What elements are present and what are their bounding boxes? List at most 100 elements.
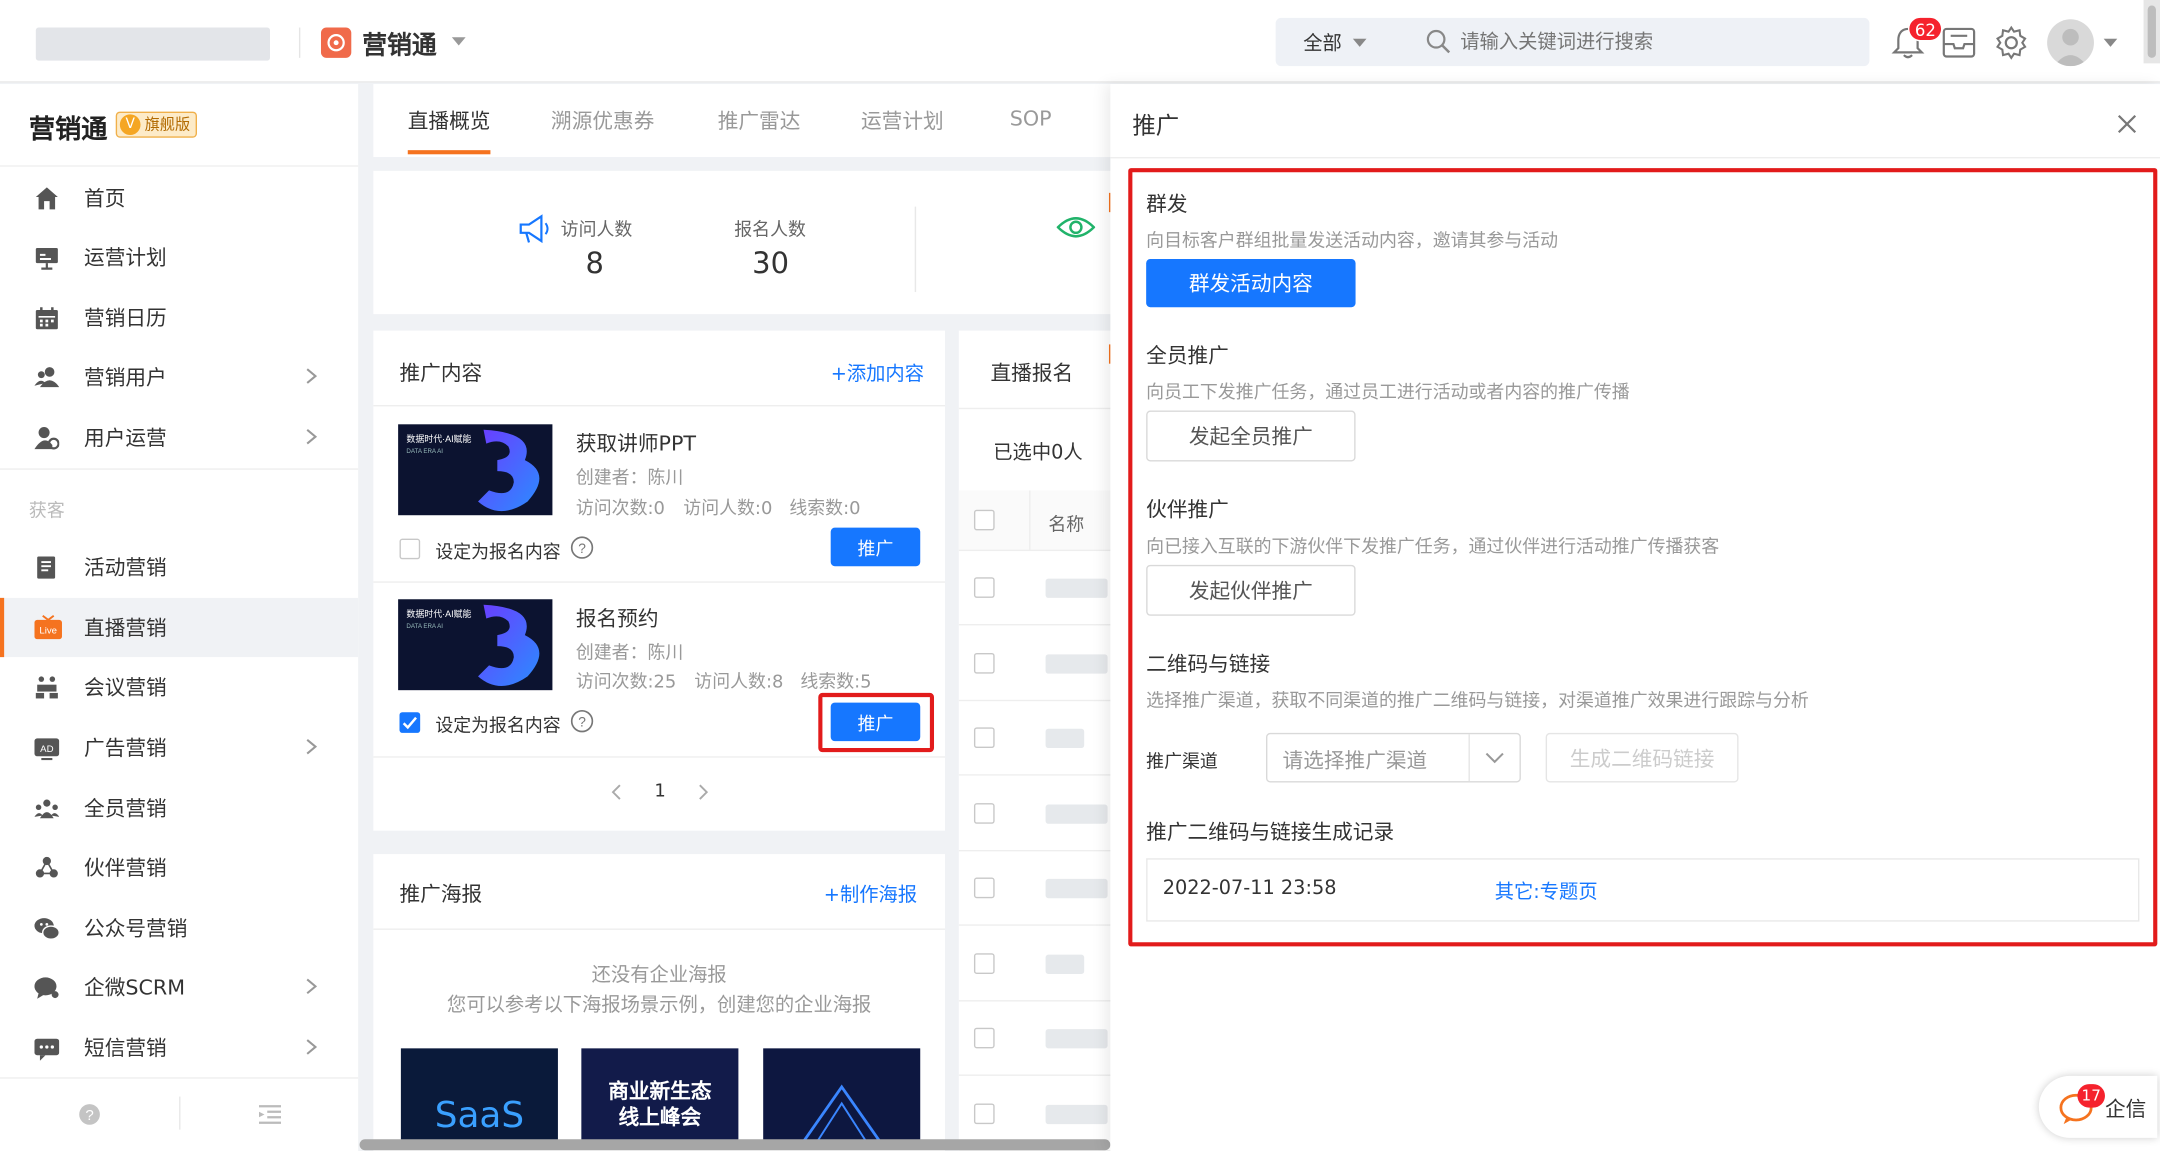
add-content-link[interactable]: +添加内容 [831, 360, 924, 388]
blurred-name [1045, 953, 1085, 974]
content-leads: 线索数:0 [789, 498, 861, 520]
svg-text:?: ? [578, 715, 586, 730]
prev-page-icon[interactable] [609, 784, 623, 801]
blurred-name [1045, 1104, 1108, 1124]
avatar[interactable] [2047, 19, 2094, 67]
table-row[interactable] [958, 551, 1125, 626]
content-title: 获取讲师PPT [575, 431, 697, 456]
table-row[interactable] [958, 701, 1125, 776]
sidebar-item-meeting[interactable]: 会议营销 [0, 657, 358, 716]
users-icon [34, 365, 60, 390]
poster-sample-summit[interactable]: 商业新生态 线上峰会 [581, 1048, 739, 1145]
sidebar-item-live[interactable]: Live 直播营销 [0, 597, 359, 658]
mass-send-button[interactable]: 群发活动内容 [1146, 258, 1356, 308]
vip-icon: V [119, 114, 141, 136]
tab-sop[interactable]: SOP [1010, 106, 1052, 131]
sidebar-item-label: 首页 [84, 185, 126, 211]
search-icon[interactable] [1426, 29, 1451, 54]
chat-widget[interactable]: 17 企信 [2038, 1075, 2158, 1138]
sidebar-item-calendar[interactable]: 营销日历 [0, 288, 358, 347]
chevron-right-icon [303, 366, 320, 385]
content-creator: 创建者：陈川 [575, 468, 684, 490]
sidebar-item-label: 用户运营 [84, 425, 167, 451]
tab-live-overview[interactable]: 直播概览 [408, 106, 491, 135]
next-page-icon[interactable] [697, 784, 711, 801]
sidebar-item-all-staff[interactable]: 全员营销 [0, 778, 358, 837]
tab-coupon[interactable]: 溯源优惠券 [551, 106, 654, 135]
content-visits: 访问次数:0 [575, 498, 665, 520]
sidebar-item-activity[interactable]: 活动营销 [0, 537, 358, 596]
sidebar-item-users[interactable]: 营销用户 [0, 347, 358, 406]
promote-button[interactable]: 推广 [830, 527, 921, 567]
record-link[interactable]: 其它:专题页 [1495, 878, 1598, 906]
sidebar-item-partner[interactable]: 伙伴营销 [0, 838, 358, 897]
sidebar-item-wechat[interactable]: 公众号营销 [0, 898, 358, 957]
row-checkbox[interactable] [973, 877, 995, 899]
make-poster-link[interactable]: +制作海报 [824, 880, 917, 908]
table-row[interactable] [958, 626, 1125, 701]
page-number[interactable]: 1 [654, 781, 665, 802]
poster-sample-saas[interactable]: SaaS [400, 1048, 558, 1145]
home-icon [34, 186, 59, 211]
search-input[interactable] [1460, 24, 1846, 58]
content-title: 报名预约 [575, 606, 659, 631]
tab-ops-plan[interactable]: 运营计划 [861, 106, 944, 135]
scope-dropdown-icon[interactable] [1352, 38, 1367, 47]
row-checkbox[interactable] [973, 1102, 995, 1124]
content-creator: 创建者：陈川 [575, 643, 684, 665]
collapse-menu-icon[interactable] [258, 1105, 282, 1124]
sidebar-item-label: 营销用户 [84, 365, 167, 390]
question-icon[interactable]: ? [570, 536, 594, 559]
partner-promote-button[interactable]: 发起伙伴推广 [1146, 564, 1356, 616]
section-mass-send-desc: 向目标客户群组批量发送活动内容，邀请其参与活动 [1146, 231, 1559, 253]
poster-sample-3[interactable] [763, 1048, 921, 1145]
blurred-name [1045, 653, 1108, 673]
sidebar-item-home[interactable]: 首页 [0, 168, 358, 227]
settings-gear-icon[interactable] [1993, 25, 2029, 61]
top-scrollbar[interactable] [2143, 0, 2160, 64]
generate-qrcode-button[interactable]: 生成二维码链接 [1545, 732, 1739, 783]
channel-select[interactable]: 请选择推广渠道 [1266, 732, 1521, 783]
divider [373, 928, 946, 930]
stats-card [373, 170, 1125, 315]
sidebar-item-wecom[interactable]: 企微SCRM [0, 957, 358, 1016]
table-row[interactable] [958, 851, 1125, 926]
sidebar-group-label: 获客 [28, 501, 65, 523]
all-staff-promote-button[interactable]: 发起全员推广 [1146, 410, 1356, 462]
select-all-checkbox[interactable] [973, 509, 995, 531]
sidebar-item-plan[interactable]: 运营计划 [0, 227, 358, 286]
signup-content-checkbox[interactable] [399, 538, 421, 560]
sidebar-item-sms[interactable]: 短信营销 [0, 1018, 358, 1077]
inbox-icon[interactable] [1941, 26, 1977, 59]
row-checkbox[interactable] [973, 1027, 995, 1049]
row-checkbox[interactable] [973, 577, 995, 598]
partner-icon [34, 855, 59, 880]
sidebar-product-title: 营销通 [28, 114, 108, 145]
row-checkbox[interactable] [973, 802, 995, 824]
promote-button[interactable]: 推广 [830, 702, 921, 742]
table-row[interactable] [958, 1002, 1125, 1076]
tab-radar[interactable]: 推广雷达 [718, 106, 801, 135]
wecom-icon [34, 975, 59, 1000]
row-checkbox[interactable] [973, 727, 995, 749]
help-icon[interactable]: ? [79, 1103, 101, 1125]
table-row[interactable] [958, 926, 1125, 1001]
signup-content-checkbox-checked[interactable] [399, 712, 421, 733]
close-icon[interactable] [2117, 114, 2137, 134]
row-checkbox[interactable] [973, 952, 995, 974]
sidebar-item-label: 广告营销 [84, 735, 167, 761]
horizontal-scrollbar[interactable] [359, 1139, 1111, 1151]
activity-icon [34, 555, 59, 580]
sidebar-item-ad[interactable]: AD 广告营销 [0, 718, 358, 777]
table-row[interactable] [958, 776, 1125, 851]
chevron-down-icon[interactable] [450, 36, 467, 47]
sidebar-item-user-ops[interactable]: 用户运营 [0, 408, 358, 467]
question-icon[interactable]: ? [570, 709, 594, 733]
avatar-dropdown-icon[interactable] [2103, 38, 2118, 47]
signups-label: 报名人数 [734, 220, 806, 242]
row-checkbox[interactable] [973, 652, 995, 673]
sidebar-item-label: 全员营销 [84, 796, 167, 822]
product-switcher-label[interactable]: 营销通 [362, 26, 436, 62]
eye-icon [1056, 214, 1096, 242]
scope-select[interactable]: 全部 [1303, 29, 1342, 57]
